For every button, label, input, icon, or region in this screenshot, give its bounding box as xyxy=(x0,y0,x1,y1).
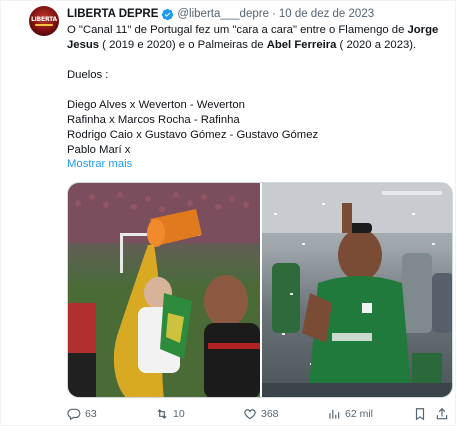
action-bar: 63 10 368 62 mil xyxy=(67,406,453,422)
tweet-line-2: Jesus ( 2019 e 2020) e o Palmeiras de Ab… xyxy=(67,39,417,51)
photo-celebration-right[interactable] xyxy=(262,183,452,397)
reply-icon xyxy=(67,408,81,421)
avatar-logo: LIBERTA xyxy=(31,16,57,23)
share-icon xyxy=(436,407,448,420)
repost-icon xyxy=(157,409,167,419)
separator-dot: · xyxy=(271,8,276,20)
duelos-title: Duelos : xyxy=(67,69,109,81)
author-handle[interactable]: @liberta___depre xyxy=(177,8,269,20)
tweet-card[interactable]: LIBERTA LIBERTA DEPRE @liberta___depre ·… xyxy=(0,0,456,426)
views-button[interactable]: 62 mil xyxy=(327,406,373,422)
duelo-item: Rodrigo Caio x Gustavo Gómez - Gustavo G… xyxy=(67,129,319,141)
bookmark-button[interactable] xyxy=(413,406,427,422)
tweet-text: O "Canal 11" de Portugal fez um "cara a … xyxy=(67,23,445,158)
repost-count: 10 xyxy=(173,408,185,420)
show-more-link[interactable]: Mostrar mais xyxy=(67,158,132,170)
reply-button[interactable]: 63 xyxy=(67,406,97,422)
heart-icon xyxy=(244,409,256,420)
like-count: 368 xyxy=(261,408,279,420)
avatar[interactable]: LIBERTA xyxy=(29,6,59,36)
reply-count: 63 xyxy=(85,408,97,420)
views-count: 62 mil xyxy=(345,408,374,420)
share-button[interactable] xyxy=(435,406,449,422)
views-chart-icon xyxy=(329,409,340,419)
verified-badge-icon xyxy=(162,8,174,20)
tweet-header: LIBERTA DEPRE @liberta___depre · 10 de d… xyxy=(67,6,374,22)
author-name[interactable]: LIBERTA DEPRE xyxy=(67,8,158,20)
like-button[interactable]: 368 xyxy=(243,406,279,422)
duelo-item: Pablo Marí x xyxy=(67,144,131,156)
duelo-item: Rafinha x Marcos Rocha - Rafinha xyxy=(67,114,240,126)
tweet-line-1: O "Canal 11" de Portugal fez um "cara a … xyxy=(67,24,439,36)
media-grid xyxy=(67,182,453,398)
duelo-item: Diego Alves x Weverton - Weverton xyxy=(67,99,245,111)
repost-button[interactable]: 10 xyxy=(155,406,185,422)
photo-celebration-left[interactable] xyxy=(68,183,260,397)
bookmark-icon xyxy=(415,408,425,421)
tweet-date[interactable]: 10 de dez de 2023 xyxy=(279,8,374,20)
